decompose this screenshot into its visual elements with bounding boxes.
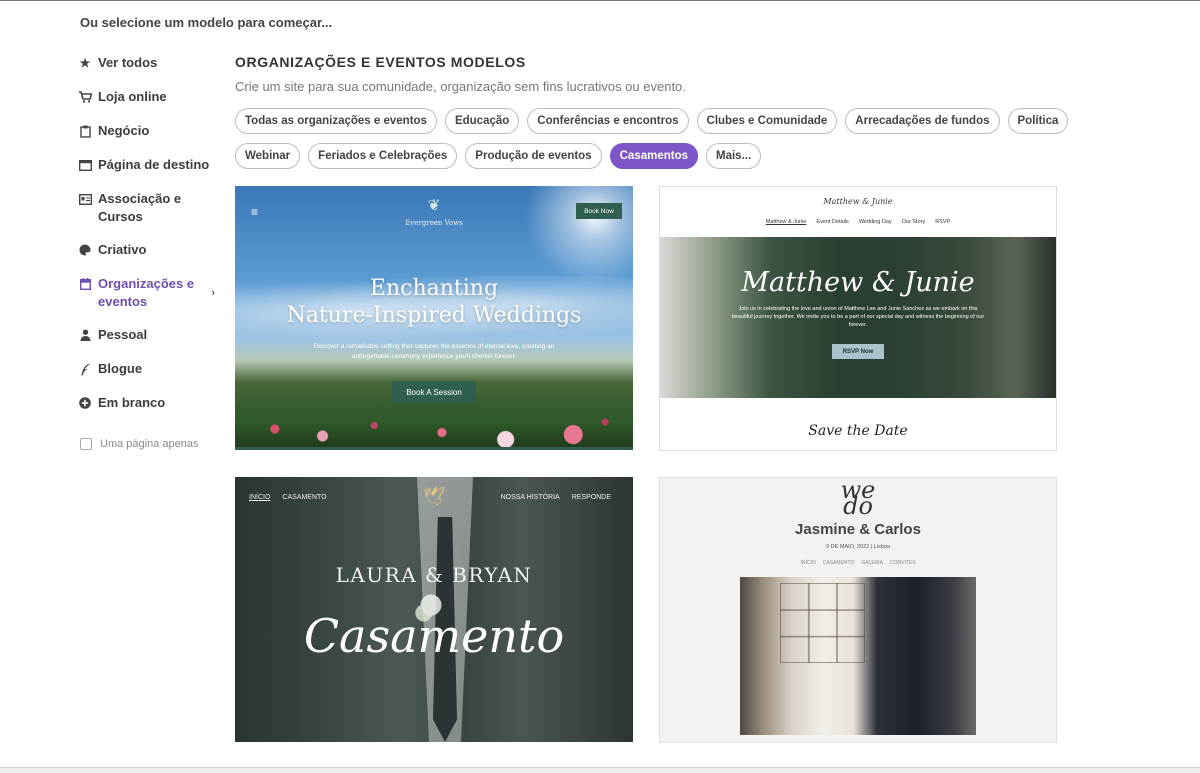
card-bottom-bar — [235, 447, 633, 450]
person-icon — [78, 328, 92, 342]
template-card-matthew-junie[interactable]: Matthew & Junie Matthew & Junie Event De… — [659, 186, 1057, 451]
sidebar-item-ver-todos[interactable]: ★ Ver todos — [78, 54, 223, 72]
chip-educacao[interactable]: Educação — [444, 108, 520, 134]
sidebar-item-organizacoes-eventos[interactable]: Organizações e eventos › — [78, 275, 223, 311]
sidebar-item-blogue[interactable]: Blogue — [78, 360, 223, 378]
chip-clubes[interactable]: Clubes e Comunidade — [696, 108, 838, 134]
category-chips-row-2: Webinar Feriados e Celebrações Produção … — [235, 143, 1055, 169]
template-nav-item: CASAMENTO — [282, 494, 327, 501]
template-nav-item: Event Details — [816, 219, 849, 225]
sidebar-item-associacao[interactable]: Associação e Cursos — [78, 190, 223, 226]
sidebar-item-label: Ver todos — [98, 55, 158, 70]
template-nav-right: NOSSA HISTÓRIA RESPONDE — [501, 494, 611, 501]
template-nav-item: INÍCIO — [800, 560, 816, 566]
template-couple-photo — [740, 577, 976, 735]
sidebar-item-label: Negócio — [98, 123, 150, 138]
template-nav-item: RSVP — [935, 219, 951, 225]
template-couple-names: Jasmine & Carlos — [795, 521, 921, 538]
template-nav-item: GALERIA — [861, 560, 883, 566]
template-nav-item: Wedding Day — [858, 219, 892, 225]
template-brand: Evergreen Vows — [405, 219, 463, 227]
sidebar-item-negocio[interactable]: Negócio — [78, 122, 223, 140]
id-card-icon — [78, 192, 92, 206]
sidebar-item-pagina-destino[interactable]: Página de destino — [78, 156, 223, 174]
template-hero-description: Join us in celebrating the love and unio… — [731, 306, 985, 328]
template-nav-item: Our Story — [901, 219, 926, 225]
template-script-title: Casamento — [303, 609, 565, 663]
chip-conferencias[interactable]: Conferências e encontros — [527, 108, 689, 134]
category-chips-row-1: Todas as organizações e eventos Educação… — [235, 108, 1069, 134]
sidebar-item-label: Associação e Cursos — [98, 191, 182, 224]
headline-line-2: Nature-Inspired Weddings — [286, 303, 582, 328]
browser-window-icon — [78, 158, 92, 172]
template-nav-item: NOSSA HISTÓRIA — [500, 494, 560, 501]
template-nav-item: Matthew & Junie — [765, 219, 807, 225]
template-headline: Enchanting Nature-Inspired Weddings — [235, 275, 633, 329]
single-page-checkbox[interactable] — [80, 438, 92, 450]
page-subtitle: Crie um site para sua comunidade, organi… — [235, 79, 686, 94]
template-cta: Book A Session — [392, 381, 476, 403]
single-page-filter[interactable]: Uma página apenas — [80, 438, 198, 450]
template-book-now: Book Now — [576, 203, 622, 219]
calendar-icon — [78, 277, 92, 291]
sidebar-item-label: Criativo — [98, 242, 147, 257]
chip-webinar[interactable]: Webinar — [235, 143, 301, 169]
doves-logo-icon: 🕊 — [422, 486, 446, 506]
hamburger-menu-icon: ≡ — [251, 205, 259, 219]
sidebar-item-em-branco[interactable]: Em branco — [78, 394, 223, 412]
monogram-bottom: do — [843, 492, 873, 520]
template-couple-names: LAURA & BRYAN — [335, 563, 533, 587]
template-nav-item: INÍCIO — [249, 494, 271, 501]
chip-mais[interactable]: Mais... — [706, 143, 762, 169]
sidebar-item-pessoal[interactable]: Pessoal — [78, 326, 223, 344]
template-monogram: we do — [660, 478, 1056, 520]
sun-glow — [525, 186, 633, 286]
sidebar-item-label: Organizações e eventos — [98, 276, 195, 309]
template-rsvp-button: RSVP Now — [832, 344, 884, 359]
sidebar-item-label: Em branco — [98, 395, 166, 410]
chip-casamentos[interactable]: Casamentos — [609, 143, 698, 169]
sidebar-item-label: Blogue — [98, 361, 143, 376]
template-card-laura-bryan[interactable]: INÍCIO CASAMENTO 🕊 NOSSA HISTÓRIA RESPON… — [235, 477, 633, 742]
template-nav-item: RESPONDE — [571, 494, 611, 501]
bottom-scroll-edge — [0, 767, 1200, 773]
sidebar-item-criativo[interactable]: Criativo — [78, 241, 223, 259]
quill-icon — [78, 362, 92, 376]
chip-politica[interactable]: Política — [1007, 108, 1069, 134]
template-nav-item: CONVITES — [890, 560, 916, 566]
star-icon: ★ — [79, 56, 91, 70]
headline-line-1: Enchanting — [369, 276, 499, 301]
top-divider — [0, 0, 1200, 1]
template-date: 9 DE MAIO, 2022 | Lisboa — [826, 544, 890, 550]
chip-arrecadacoes[interactable]: Arrecadações de fundos — [845, 108, 1000, 134]
chevron-right-icon: › — [211, 287, 215, 299]
template-hero-title: Matthew & Junie — [741, 267, 975, 298]
cart-icon — [78, 90, 92, 104]
single-page-label: Uma página apenas — [100, 438, 199, 450]
leaf-logo-icon: ❦ — [427, 197, 441, 214]
template-nav-left: INÍCIO CASAMENTO — [249, 494, 327, 501]
template-save-the-date: Save the Date — [808, 423, 908, 439]
sidebar-item-label: Loja online — [98, 89, 167, 104]
intro-heading: Ou selecione um modelo para começar... — [80, 15, 333, 30]
page-title: ORGANIZAÇÕES E EVENTOS MODELOS — [235, 54, 526, 70]
template-card-jasmine-carlos[interactable]: we do Jasmine & Carlos 9 DE MAIO, 2022 |… — [659, 477, 1057, 743]
template-card-evergreen-vows[interactable]: ≡ ❦ Evergreen Vows Book Now Enchanting N… — [235, 186, 633, 450]
plus-circle-icon — [78, 396, 92, 410]
chip-todas[interactable]: Todas as organizações e eventos — [235, 108, 437, 134]
chip-producao[interactable]: Produção de eventos — [465, 143, 602, 169]
palette-icon — [78, 243, 92, 257]
template-nav-item: CASAMENTO — [822, 560, 855, 566]
sidebar-item-label: Página de destino — [98, 157, 210, 172]
template-description: Discover a remarkable setting that captu… — [313, 343, 555, 360]
template-nav: INÍCIO CASAMENTO GALERIA CONVITES — [660, 560, 1056, 566]
chip-feriados[interactable]: Feriados e Celebrações — [308, 143, 458, 169]
sidebar-item-label: Pessoal — [98, 327, 148, 342]
sidebar-item-loja-online[interactable]: Loja online — [78, 88, 223, 106]
template-nav: Matthew & Junie Event Details Wedding Da… — [660, 219, 1056, 225]
window-shape — [780, 583, 865, 663]
template-script-header: Matthew & Junie — [823, 197, 893, 206]
clipboard-icon — [78, 124, 92, 138]
